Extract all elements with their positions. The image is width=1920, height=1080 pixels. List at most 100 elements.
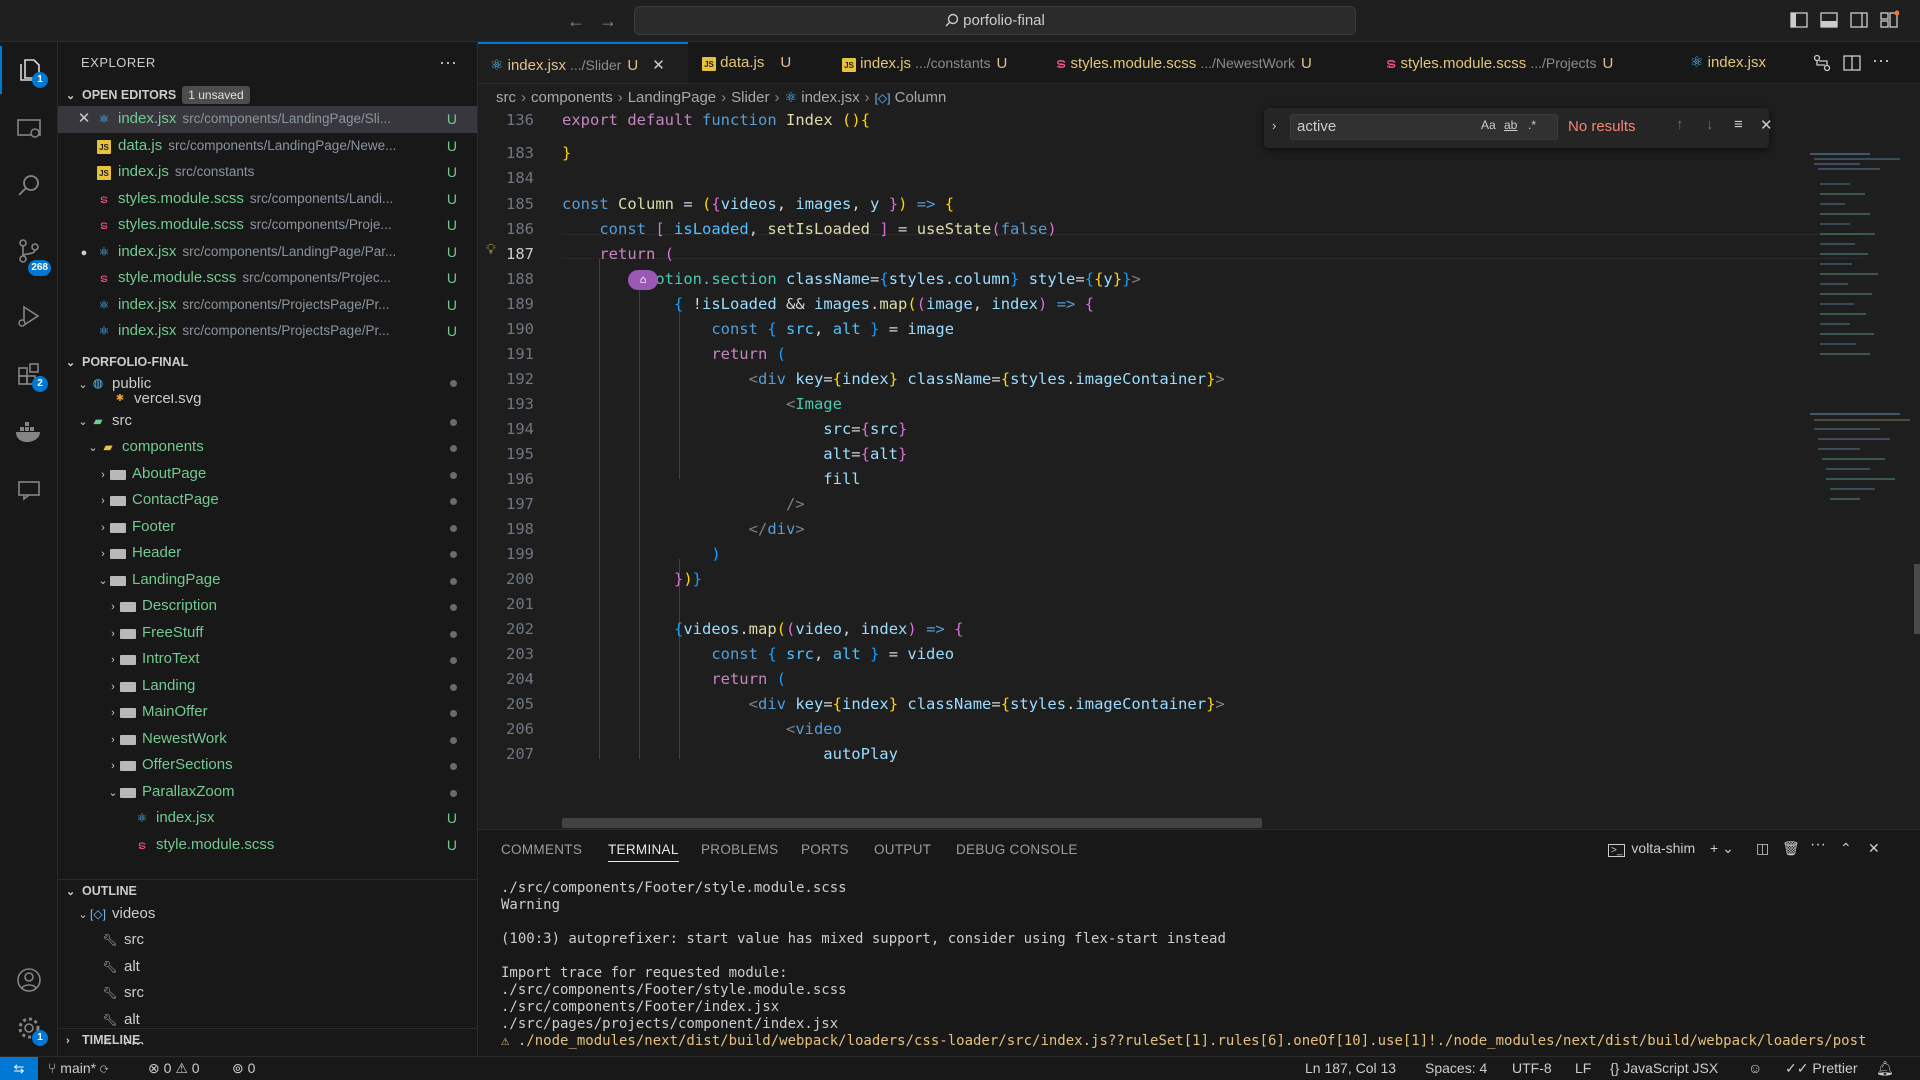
run-debug-activity[interactable] <box>0 292 58 340</box>
lightbulb-icon[interactable]: 💡︎ <box>486 242 496 258</box>
problems-indicator[interactable]: ⊗ 0 ⚠ 0 <box>148 1060 200 1077</box>
tab-index-jsx[interactable]: ⚛ index.jsx <box>1678 42 1788 83</box>
breadcrumb-item[interactable]: components <box>531 89 613 106</box>
tree-folder[interactable]: › Footer <box>58 514 477 541</box>
next-match-icon[interactable]: ↓ <box>1706 116 1714 133</box>
more-actions-icon[interactable]: ··· <box>439 52 457 73</box>
toggle-panel-icon[interactable] <box>1819 10 1839 30</box>
tree-folder-landingpage[interactable]: ⌄ LandingPage <box>58 567 477 594</box>
tree-folder[interactable]: › OfferSections <box>58 752 477 779</box>
customize-layout-icon[interactable] <box>1879 10 1899 30</box>
regex-toggle[interactable]: .* <box>1528 118 1536 132</box>
docker-activity[interactable] <box>0 408 58 456</box>
open-editor-item[interactable]: JS data.js src/components/LandingPage/Newe… <box>58 133 477 160</box>
outline-header[interactable]: ⌄ OUTLINE <box>58 878 477 901</box>
toggle-primary-sidebar-icon[interactable] <box>1789 10 1809 30</box>
open-editor-item[interactable]: ຣ styles.module.scss src/components/Proje.… <box>58 212 477 239</box>
project-header[interactable]: ⌄ PORFOLIO-FINAL <box>58 351 477 373</box>
tree-folder[interactable]: › NewestWork <box>58 726 477 753</box>
terminal-output[interactable]: ./src/components/Footer/style.module.scs… <box>501 880 1901 1050</box>
terminal-shell-selector[interactable]: >_ volta-shim <box>1608 840 1695 857</box>
find-input[interactable]: active <box>1290 114 1558 140</box>
tab-comments[interactable]: COMMENTS <box>501 842 582 857</box>
outline-item[interactable]: ⌄ [◇] videos <box>58 901 477 928</box>
breadcrumb-item[interactable]: src <box>496 89 516 106</box>
previous-match-icon[interactable]: ↑ <box>1676 116 1684 133</box>
whole-word-toggle[interactable]: ab <box>1504 118 1517 132</box>
tree-folder[interactable]: › ContactPage <box>58 487 477 514</box>
tab-terminal[interactable]: TERMINAL <box>608 842 679 862</box>
language-mode[interactable]: {} JavaScript JSX <box>1610 1060 1718 1076</box>
open-editor-item[interactable]: ຣ styles.module.scss src/components/Landi.… <box>58 186 477 213</box>
horizontal-scrollbar[interactable] <box>562 818 1262 828</box>
tree-folder[interactable]: › Landing <box>58 673 477 700</box>
source-control-activity[interactable]: 268 <box>0 220 58 282</box>
tab-index-jsx-slider[interactable]: ⚛ index.jsx .../Slider U ✕ <box>478 42 688 83</box>
tree-folder-public[interactable]: ⌄ ◍ public <box>58 373 477 394</box>
breadcrumb-item[interactable]: Slider <box>731 89 769 106</box>
remote-indicator-icon[interactable]: ⇆ <box>0 1057 38 1080</box>
find-in-selection-icon[interactable]: ≡ <box>1734 116 1743 133</box>
explorer-activity[interactable]: 1 <box>0 46 58 94</box>
open-editor-item[interactable]: ⚛ index.jsx src/components/ProjectsPage/Pr… <box>58 292 477 319</box>
more-actions-icon[interactable]: ··· <box>1810 836 1826 854</box>
tree-folder-src[interactable]: ⌄ ▰ src <box>58 408 477 435</box>
new-terminal-icon[interactable]: + ⌄ <box>1710 840 1734 857</box>
close-panel-icon[interactable]: ✕ <box>1868 840 1880 857</box>
branch-indicator[interactable]: ⑂ main* ⟳ <box>48 1060 108 1076</box>
toggle-replace-icon[interactable]: › <box>1272 118 1276 133</box>
indentation[interactable]: Spaces: 4 <box>1425 1060 1487 1076</box>
tree-folder-components[interactable]: ⌄ ▰ components <box>58 434 477 461</box>
close-tab-icon[interactable]: ✕ <box>652 57 665 74</box>
tree-folder-parallaxzoom[interactable]: ⌄ ParallaxZoom <box>58 779 477 806</box>
breadcrumb-item[interactable]: LandingPage <box>628 89 716 106</box>
tab-debug-console[interactable]: DEBUG CONSOLE <box>956 842 1078 857</box>
remote-explorer-activity[interactable] <box>0 104 58 152</box>
ports-indicator[interactable]: ⊚ 0 <box>232 1060 255 1077</box>
open-editors-header[interactable]: ⌄ OPEN EDITORS 1 unsaved <box>58 84 477 106</box>
tab-styles-newestwork[interactable]: ຣ styles.module.scss .../NewestWork U <box>1044 42 1372 83</box>
notifications-bell-icon[interactable]: 🔔︎ <box>1876 1060 1894 1077</box>
accounts-activity[interactable] <box>0 956 58 1004</box>
tree-file-vercel[interactable]: ✱ vercel.svg <box>58 394 477 408</box>
open-editor-item[interactable]: JS index.js src/constants U <box>58 159 477 186</box>
compare-changes-icon[interactable] <box>1812 53 1832 73</box>
tab-ports[interactable]: PORTS <box>801 842 849 857</box>
more-actions-icon[interactable]: ··· <box>1872 50 1890 71</box>
manage-activity[interactable]: 1 <box>0 1004 58 1052</box>
forward-arrow-icon[interactable]: → <box>597 10 619 32</box>
open-editor-item[interactable]: ⚛ index.jsx src/components/ProjectsPage/Pr… <box>58 318 477 345</box>
open-editor-item[interactable]: ຣ style.module.scss src/components/Projec.… <box>58 265 477 292</box>
tab-index-js-constants[interactable]: JS index.js .../constants U <box>830 42 1042 83</box>
back-arrow-icon[interactable]: ← <box>565 10 587 32</box>
maximize-panel-icon[interactable]: ⌃ <box>1840 840 1852 857</box>
tree-file[interactable]: ຣ style.module.scss U <box>58 832 477 859</box>
minimap[interactable] <box>1790 84 1920 774</box>
close-icon[interactable]: ✕ <box>72 106 96 132</box>
copilot-hint-icon[interactable]: ⌂ <box>628 270 658 290</box>
end-of-line[interactable]: LF <box>1575 1060 1591 1076</box>
tab-data-js[interactable]: JS data.js U <box>690 42 828 83</box>
split-terminal-icon[interactable]: ◫ <box>1756 840 1769 857</box>
split-editor-icon[interactable] <box>1842 53 1862 73</box>
outline-item[interactable]: 🔧︎ src <box>58 927 477 954</box>
kill-terminal-icon[interactable]: 🗑︎ <box>1782 840 1800 857</box>
timeline-header[interactable]: › TIMELINE <box>58 1028 477 1050</box>
tab-output[interactable]: OUTPUT <box>874 842 931 857</box>
cursor-position[interactable]: Ln 187, Col 13 <box>1305 1060 1396 1076</box>
tree-folder[interactable]: › Header <box>58 540 477 567</box>
match-case-toggle[interactable]: Aa <box>1481 118 1496 132</box>
search-activity[interactable] <box>0 162 58 210</box>
tab-styles-projects[interactable]: ຣ styles.module.scss .../Projects U <box>1374 42 1676 83</box>
tree-folder[interactable]: › Description <box>58 593 477 620</box>
open-editor-item[interactable]: ✕ ⚛ index.jsx src/components/LandingPage/Sl… <box>58 106 477 133</box>
breadcrumb-item[interactable]: Column <box>895 89 947 106</box>
open-editor-item[interactable]: ● ⚛ index.jsx src/components/LandingPage/Pa… <box>58 239 477 266</box>
encoding[interactable]: UTF-8 <box>1512 1060 1552 1076</box>
tree-file[interactable]: ⚛ index.jsx U <box>58 805 477 832</box>
toggle-secondary-sidebar-icon[interactable] <box>1849 10 1869 30</box>
tree-folder[interactable]: › MainOffer <box>58 699 477 726</box>
code-editor[interactable]: 136 183 184 185 186 187 188 189 190 191 … <box>478 108 1862 763</box>
extensions-activity[interactable]: 2 <box>0 350 58 398</box>
tree-folder[interactable]: › AboutPage <box>58 461 477 488</box>
